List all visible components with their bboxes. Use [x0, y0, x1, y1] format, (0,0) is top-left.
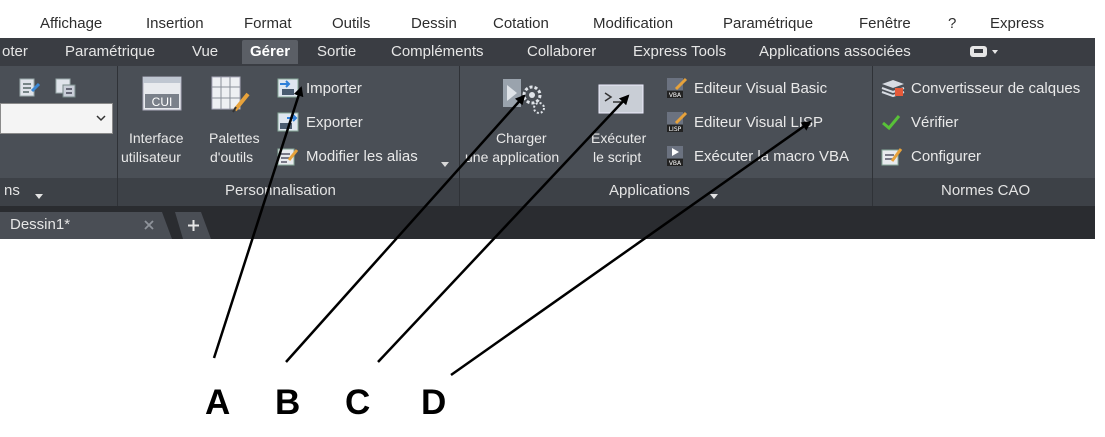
arrow-d	[450, 120, 812, 377]
annotation-label-a: A	[205, 383, 231, 422]
annotation-arrows	[212, 86, 812, 377]
annotation-label-d: D	[421, 383, 447, 422]
arrow-a	[212, 86, 304, 359]
arrow-c	[377, 94, 630, 363]
arrow-b	[285, 94, 526, 363]
annotation-label-b: B	[275, 383, 301, 422]
annotation-label-c: C	[345, 383, 371, 422]
